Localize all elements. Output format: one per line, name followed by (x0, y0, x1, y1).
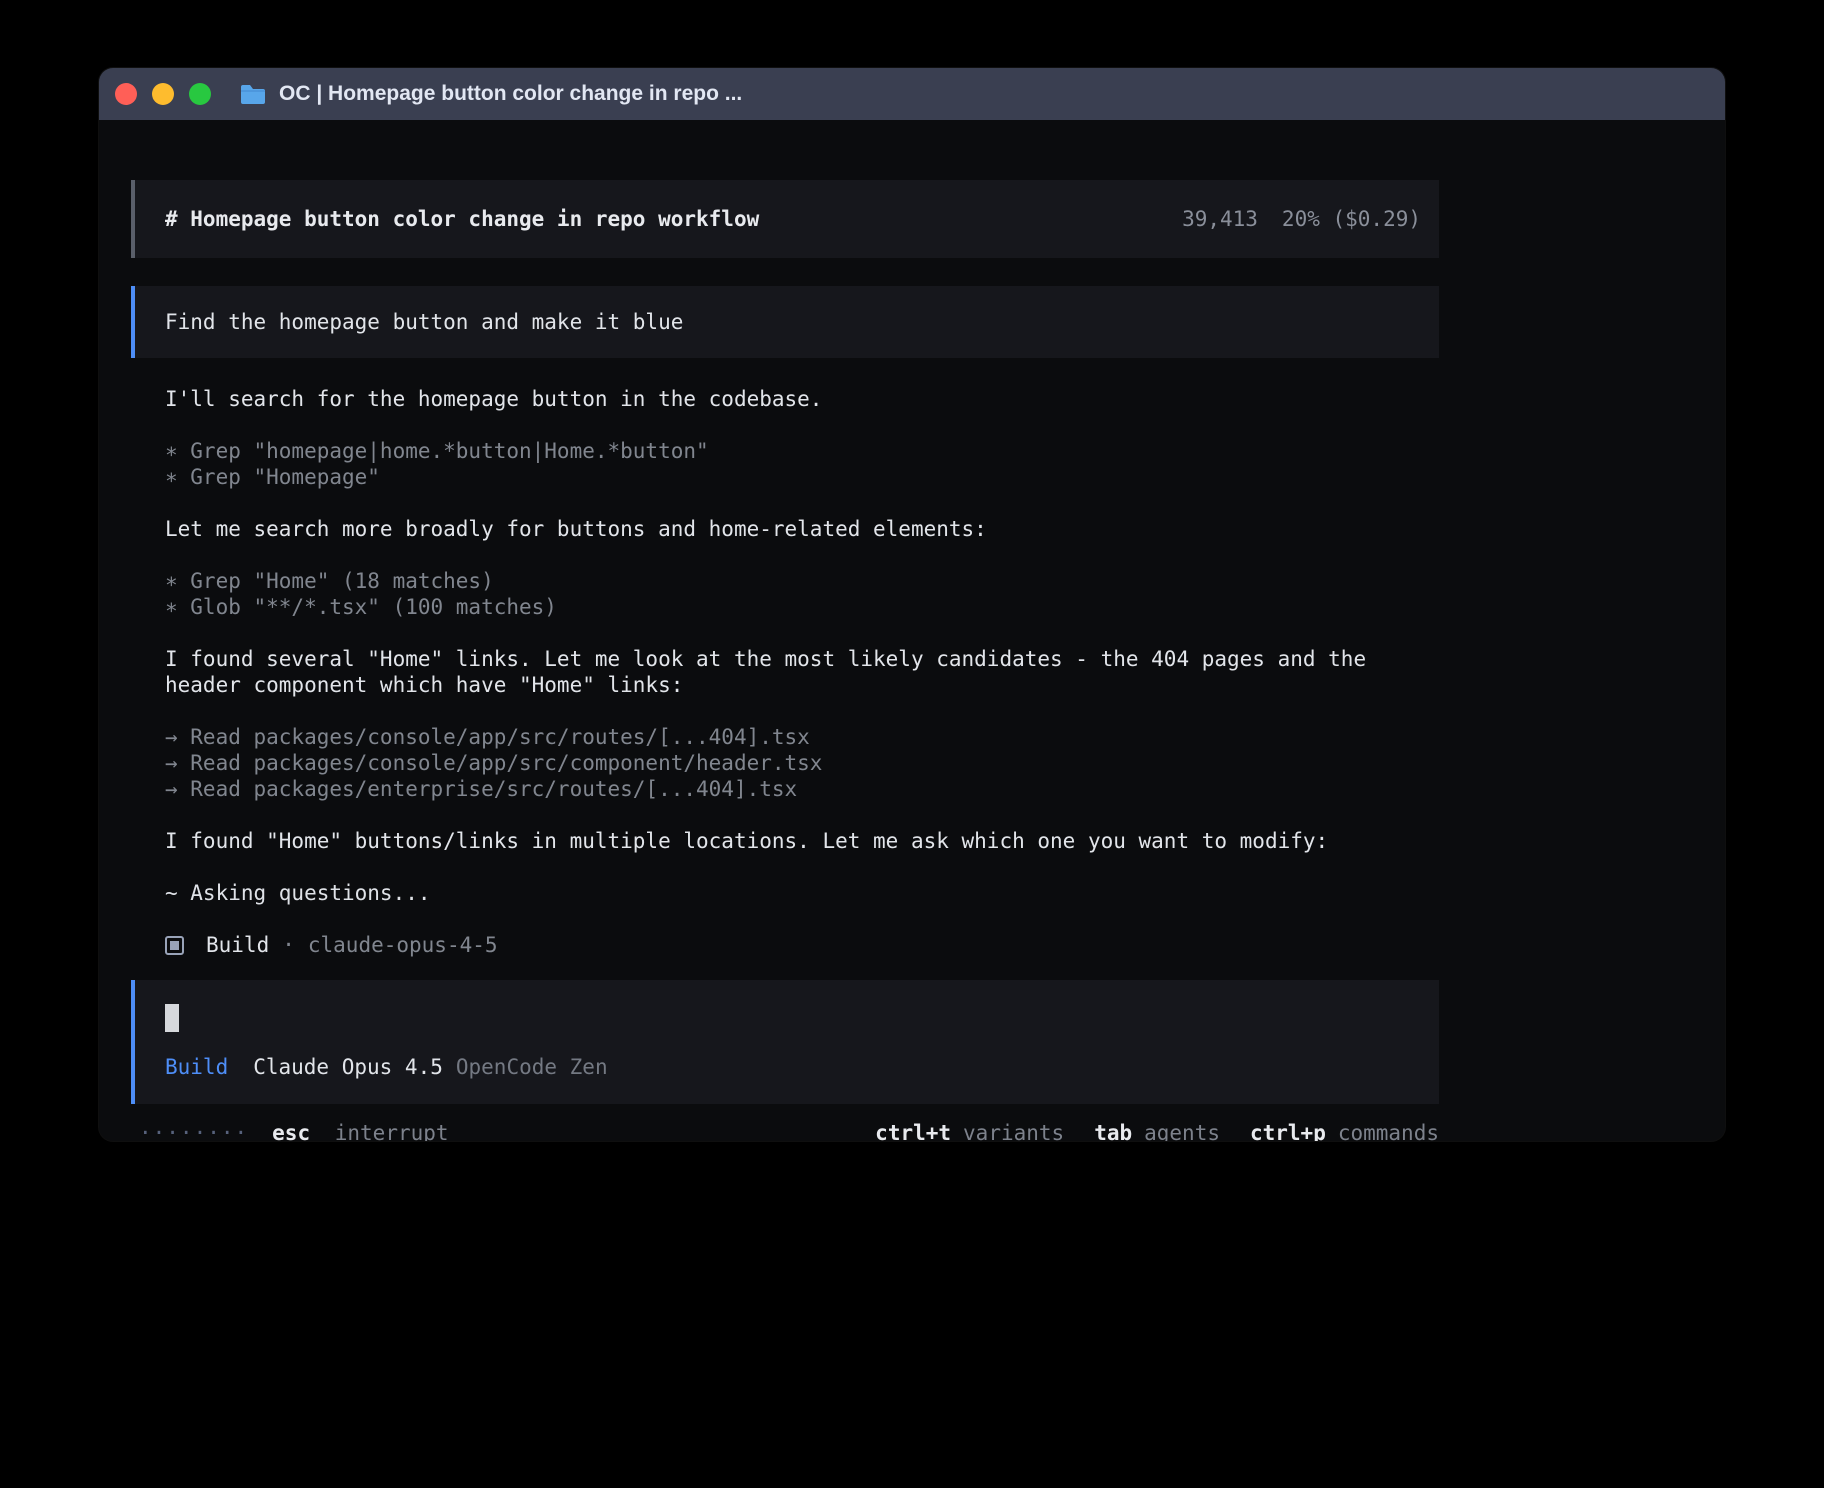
terminal-content: # Homepage button color change in repo w… (99, 120, 1439, 1141)
transcript-line: → Read packages/console/app/src/componen… (165, 750, 1405, 776)
title-bar: OC | Homepage button color change in rep… (99, 68, 1725, 120)
transcript-group-tool: ∗ Grep "Home" (18 matches)∗ Glob "**/*.t… (165, 568, 1405, 620)
token-count: 39,413 (1182, 206, 1258, 232)
folder-icon (239, 83, 267, 106)
zoom-button[interactable] (189, 83, 211, 105)
window-controls (115, 83, 211, 105)
transcript-line: → Read packages/console/app/src/routes/[… (165, 724, 1405, 750)
minimize-button[interactable] (152, 83, 174, 105)
terminal-window: OC | Homepage button color change in rep… (99, 68, 1725, 1141)
hint-tab: tab agents (1094, 1120, 1220, 1141)
transcript-group-text: I'll search for the homepage button in t… (165, 386, 1405, 412)
transcript-group-tool: → Read packages/console/app/src/routes/[… (165, 724, 1405, 802)
input-meta-row: Build Claude Opus 4.5 OpenCode Zen (165, 1054, 1409, 1080)
agent-status-line: Build · claude-opus-4-5 (165, 932, 1439, 958)
transcript-line: ∗ Grep "homepage|home.*button|Home.*butt… (165, 438, 1405, 464)
text-cursor (165, 1004, 179, 1032)
hint-ctrl-p: ctrl+p commands (1250, 1120, 1439, 1141)
hint-label: agents (1144, 1121, 1220, 1141)
context-cost: 20% ($0.29) (1282, 206, 1421, 232)
transcript-line: I found several "Home" links. Let me loo… (165, 646, 1405, 698)
user-message-text: Find the homepage button and make it blu… (165, 310, 683, 334)
transcript-line: ~ Asking questions... (165, 880, 1405, 906)
agent-model: claude-opus-4-5 (308, 932, 498, 958)
transcript-group-tool: ∗ Grep "homepage|home.*button|Home.*butt… (165, 438, 1405, 490)
prompt-input[interactable]: Build Claude Opus 4.5 OpenCode Zen (131, 980, 1439, 1104)
separator-dot: · (282, 932, 295, 958)
input-provider-label: OpenCode Zen (456, 1054, 608, 1080)
agent-icon (165, 936, 184, 955)
title-group: OC | Homepage button color change in rep… (239, 82, 742, 106)
transcript-line: ∗ Grep "Home" (18 matches) (165, 568, 1405, 594)
session-header: # Homepage button color change in repo w… (131, 180, 1439, 258)
session-title: # Homepage button color change in repo w… (165, 206, 759, 232)
transcript-line: I'll search for the homepage button in t… (165, 386, 1405, 412)
hint-key: tab (1094, 1121, 1132, 1141)
transcript-line: ∗ Glob "**/*.tsx" (100 matches) (165, 594, 1405, 620)
transcript-group-text: I found several "Home" links. Let me loo… (165, 646, 1405, 698)
hint-key: ctrl+p (1250, 1121, 1326, 1141)
hint-label-interrupt: interrupt (335, 1121, 449, 1141)
input-agent-label[interactable]: Build (165, 1054, 228, 1080)
input-model-label[interactable]: Claude Opus 4.5 (253, 1054, 443, 1080)
hint-label: variants (963, 1121, 1064, 1141)
transcript-line: → Read packages/enterprise/src/routes/[.… (165, 776, 1405, 802)
spinner-dots: ········ (139, 1120, 248, 1141)
hint-ctrl-t: ctrl+t variants (875, 1120, 1064, 1141)
session-meta: 39,413 20% ($0.29) (1182, 206, 1421, 232)
agent-name: Build (206, 932, 269, 958)
hint-key-esc: esc (272, 1121, 310, 1141)
transcript-line: Let me search more broadly for buttons a… (165, 516, 1405, 542)
transcript-group-status: ~ Asking questions... (165, 880, 1405, 906)
transcript-group-text: I found "Home" buttons/links in multiple… (165, 828, 1405, 854)
transcript-line: I found "Home" buttons/links in multiple… (165, 828, 1405, 854)
window-title: OC | Homepage button color change in rep… (279, 82, 742, 106)
hint-label: commands (1338, 1121, 1439, 1141)
user-message: Find the homepage button and make it blu… (131, 286, 1439, 358)
right-hints: ctrl+t variants tab agents ctrl+p commands (875, 1120, 1439, 1141)
transcript-group-text: Let me search more broadly for buttons a… (165, 516, 1405, 542)
hint-key: ctrl+t (875, 1121, 951, 1141)
status-bar: ········ esc interrupt ctrl+t variants tab… (131, 1120, 1439, 1141)
hint-interrupt: esc interrupt (272, 1120, 448, 1141)
close-button[interactable] (115, 83, 137, 105)
transcript-line: ∗ Grep "Homepage" (165, 464, 1405, 490)
transcript: I'll search for the homepage button in t… (131, 386, 1405, 906)
